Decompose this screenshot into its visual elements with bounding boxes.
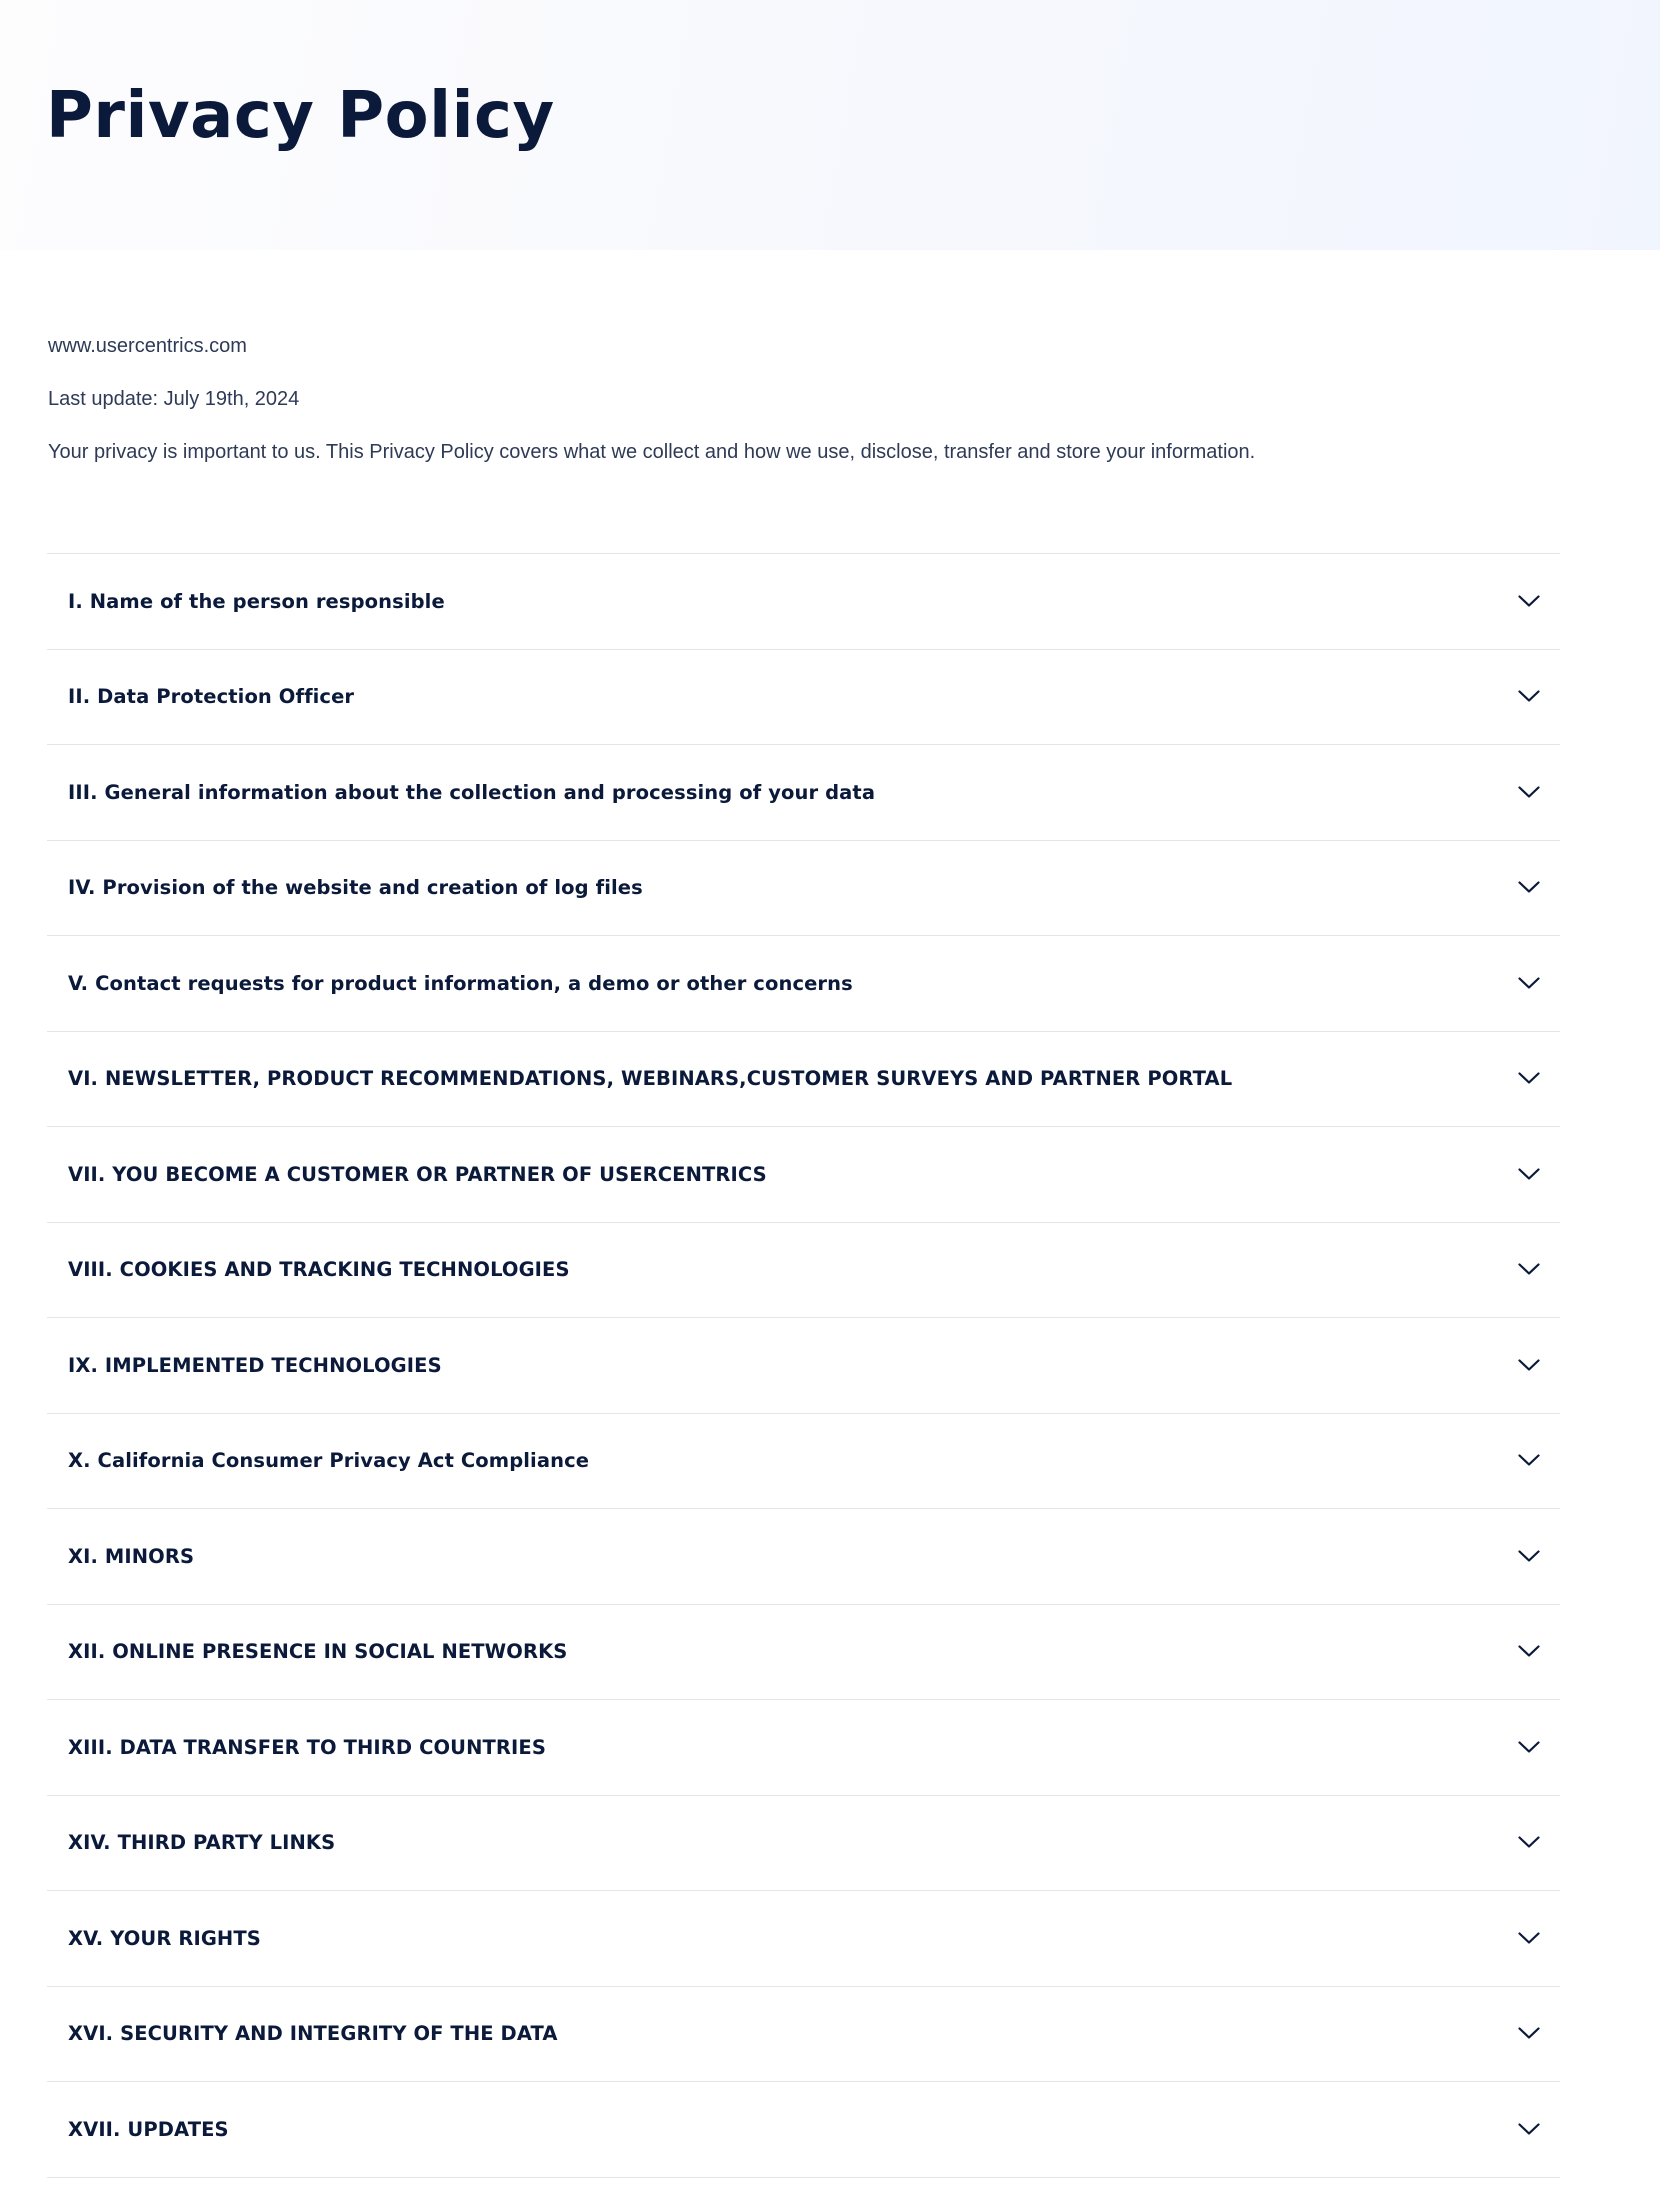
- intro-section: www.usercentrics.com Last update: July 1…: [48, 332, 1548, 491]
- chevron-down-icon[interactable]: [1518, 1263, 1540, 1277]
- chevron-down-icon[interactable]: [1518, 1931, 1540, 1945]
- chevron-down-icon[interactable]: [1518, 2027, 1540, 2041]
- accordion-item-title: VI. NEWSLETTER, PRODUCT RECOMMENDATIONS,…: [68, 1067, 1233, 1091]
- accordion-item-6[interactable]: VI. NEWSLETTER, PRODUCT RECOMMENDATIONS,…: [47, 1032, 1560, 1127]
- page-title: Privacy Policy: [46, 79, 555, 153]
- page-hero: Privacy Policy: [0, 0, 1660, 250]
- accordion-item-title: XII. ONLINE PRESENCE IN SOCIAL NETWORKS: [68, 1640, 568, 1664]
- chevron-down-icon[interactable]: [1518, 1836, 1540, 1850]
- chevron-down-icon[interactable]: [1518, 1454, 1540, 1468]
- accordion-item-13[interactable]: XIII. DATA TRANSFER TO THIRD COUNTRIES: [47, 1700, 1560, 1796]
- accordion-item-2[interactable]: II. Data Protection Officer: [47, 650, 1560, 745]
- policy-sections-accordion: I. Name of the person responsible II. Da…: [47, 553, 1560, 2178]
- chevron-down-icon[interactable]: [1518, 2122, 1540, 2136]
- last-update-date: Last update: July 19th, 2024: [48, 388, 300, 410]
- chevron-down-icon[interactable]: [1518, 976, 1540, 990]
- accordion-item-title: XVI. SECURITY AND INTEGRITY OF THE DATA: [68, 2022, 558, 2046]
- chevron-down-icon[interactable]: [1518, 1549, 1540, 1563]
- accordion-item-title: II. Data Protection Officer: [68, 685, 355, 709]
- accordion-item-title: XI. MINORS: [68, 1544, 195, 1568]
- accordion-item-16[interactable]: XVI. SECURITY AND INTEGRITY OF THE DATA: [47, 1987, 1560, 2082]
- accordion-item-title: XIV. THIRD PARTY LINKS: [68, 1831, 336, 1855]
- chevron-down-icon[interactable]: [1518, 594, 1540, 608]
- website-url: www.usercentrics.com: [48, 335, 247, 357]
- accordion-item-title: V. Contact requests for product informat…: [68, 971, 853, 995]
- accordion-item-12[interactable]: XII. ONLINE PRESENCE IN SOCIAL NETWORKS: [47, 1605, 1560, 1700]
- accordion-item-title: IX. IMPLEMENTED TECHNOLOGIES: [68, 1353, 442, 1377]
- accordion-item-title: X. California Consumer Privacy Act Compl…: [68, 1449, 590, 1473]
- accordion-item-10[interactable]: X. California Consumer Privacy Act Compl…: [47, 1414, 1560, 1509]
- accordion-item-17[interactable]: XVII. UPDATES: [47, 2082, 1560, 2178]
- accordion-item-title: VIII. COOKIES AND TRACKING TECHNOLOGIES: [68, 1258, 570, 1282]
- accordion-item-title: IV. Provision of the website and creatio…: [68, 876, 643, 900]
- accordion-item-title: XVII. UPDATES: [68, 2117, 229, 2141]
- accordion-item-9[interactable]: IX. IMPLEMENTED TECHNOLOGIES: [47, 1318, 1560, 1414]
- chevron-down-icon[interactable]: [1518, 1072, 1540, 1086]
- accordion-item-title: XV. YOUR RIGHTS: [68, 1926, 261, 1950]
- accordion-item-8[interactable]: VIII. COOKIES AND TRACKING TECHNOLOGIES: [47, 1223, 1560, 1318]
- accordion-item-11[interactable]: XI. MINORS: [47, 1509, 1560, 1605]
- accordion-item-14[interactable]: XIV. THIRD PARTY LINKS: [47, 1796, 1560, 1891]
- chevron-down-icon[interactable]: [1518, 1358, 1540, 1372]
- chevron-down-icon[interactable]: [1518, 690, 1540, 704]
- accordion-item-3[interactable]: III. General information about the colle…: [47, 745, 1560, 841]
- accordion-item-15[interactable]: XV. YOUR RIGHTS: [47, 1891, 1560, 1987]
- intro-summary: Your privacy is important to us. This Pr…: [48, 441, 1256, 463]
- accordion-item-1[interactable]: I. Name of the person responsible: [47, 554, 1560, 650]
- accordion-item-5[interactable]: V. Contact requests for product informat…: [47, 936, 1560, 1032]
- chevron-down-icon[interactable]: [1518, 1740, 1540, 1754]
- accordion-item-title: I. Name of the person responsible: [68, 589, 445, 613]
- accordion-item-title: VII. YOU BECOME A CUSTOMER OR PARTNER OF…: [68, 1162, 767, 1186]
- accordion-item-4[interactable]: IV. Provision of the website and creatio…: [47, 841, 1560, 936]
- accordion-item-7[interactable]: VII. YOU BECOME A CUSTOMER OR PARTNER OF…: [47, 1127, 1560, 1223]
- accordion-item-title: III. General information about the colle…: [68, 780, 876, 804]
- chevron-down-icon[interactable]: [1518, 1645, 1540, 1659]
- chevron-down-icon[interactable]: [1518, 1167, 1540, 1181]
- chevron-down-icon[interactable]: [1518, 785, 1540, 799]
- accordion-item-title: XIII. DATA TRANSFER TO THIRD COUNTRIES: [68, 1735, 546, 1759]
- chevron-down-icon[interactable]: [1518, 881, 1540, 895]
